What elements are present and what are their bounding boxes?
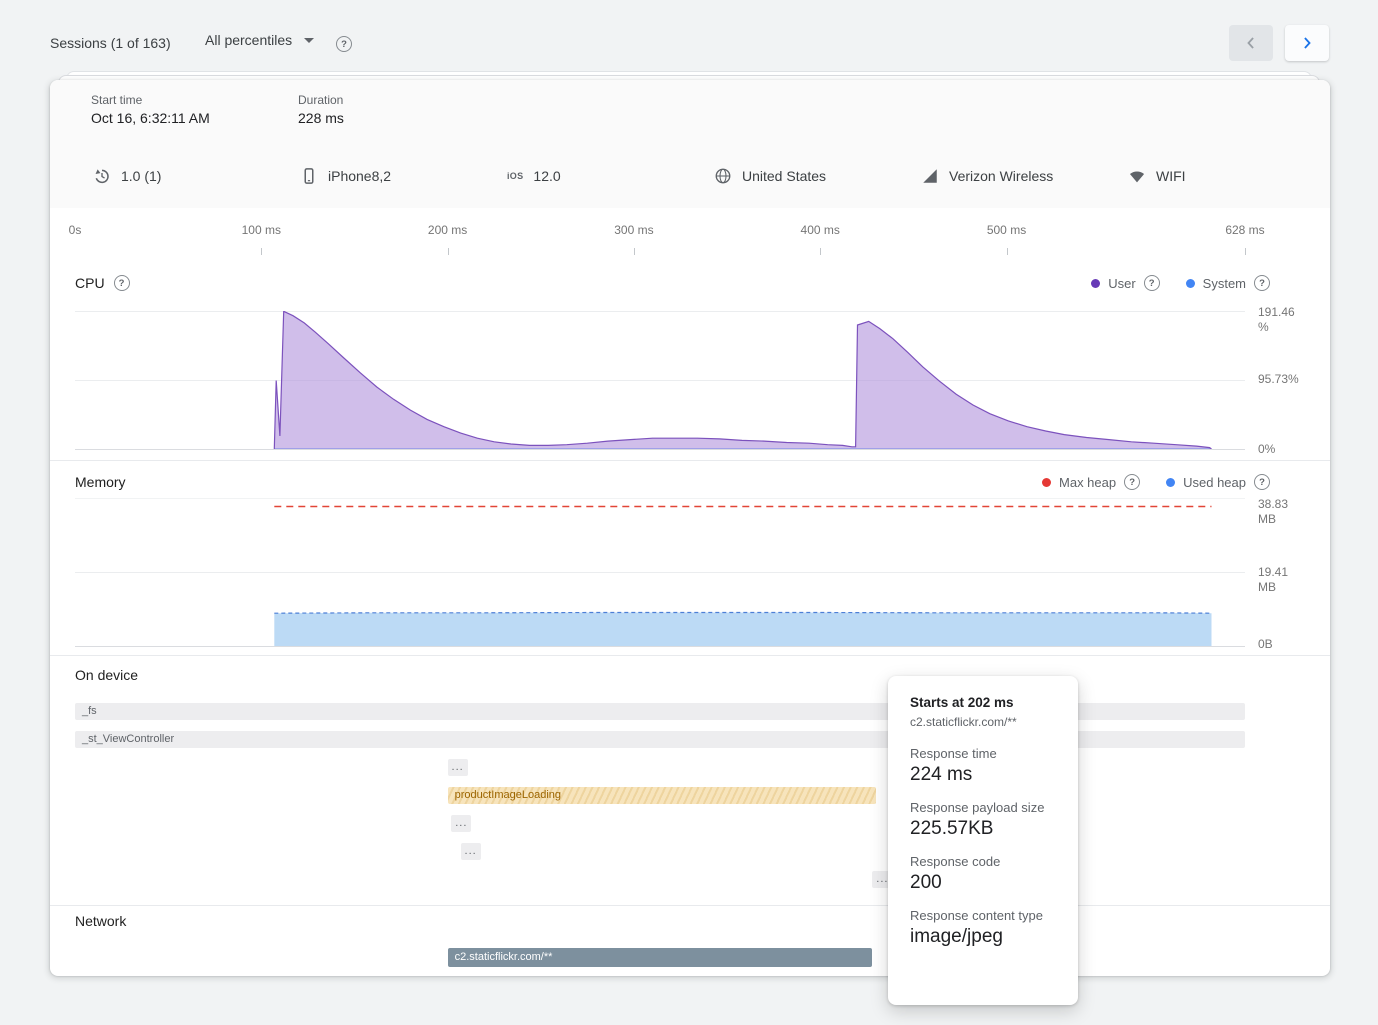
on-device-section: On device _fs_st_ViewController...produc… [50, 655, 1330, 906]
country-label: United States [742, 168, 826, 184]
app-version-item: 1.0 (1) [93, 143, 161, 208]
network-section-title: Network [75, 913, 126, 929]
memory-axis-max-label: 38.83MB [1258, 497, 1288, 527]
network-request-tooltip: Starts at 202 ms c2.staticflickr.com/** … [888, 676, 1078, 1005]
user-series-dot [1091, 279, 1100, 288]
used-heap-series-label: Used heap [1183, 475, 1246, 490]
device-info-row: 1.0 (1) iPhone8,2 iOS 12.0 United S [50, 143, 1330, 209]
timeline-tick-label: 500 ms [987, 223, 1026, 237]
tooltip-field-label: Response content type [910, 908, 1056, 923]
user-series-label: User [1108, 276, 1135, 291]
help-icon[interactable]: ? [1144, 275, 1160, 291]
duration-value: 228 ms [298, 110, 344, 126]
tooltip-field-value: 200 [910, 872, 1056, 894]
collapsed-trace-chip[interactable]: ... [448, 759, 468, 776]
memory-axis-mid-label: 19.41MB [1258, 565, 1288, 595]
tooltip-field-value: 225.57KB [910, 818, 1056, 840]
cpu-axis-mid-label: 95.73% [1258, 372, 1299, 387]
tooltip-field-label: Response code [910, 854, 1056, 869]
max-heap-series-label: Max heap [1059, 475, 1116, 490]
memory-title-text: Memory [75, 474, 126, 490]
trace-bar[interactable]: productImageLoading [448, 787, 877, 804]
cpu-legend: User ? System ? [1091, 275, 1270, 291]
memory-heap-chart[interactable] [75, 498, 1245, 646]
chevron-left-icon [1241, 33, 1261, 53]
collapsed-trace-chip[interactable]: ... [451, 815, 471, 832]
help-icon[interactable]: ? [114, 275, 130, 291]
app-version-history-icon [93, 167, 111, 185]
carrier-label: Verizon Wireless [949, 168, 1053, 184]
device-model-item: iPhone8,2 [300, 143, 391, 208]
network-request-bar[interactable]: c2.staticflickr.com/** [448, 948, 873, 967]
memory-section: Memory Max heap ? Used heap ? 38.83MB 19… [50, 460, 1330, 656]
timeline-tick-label: 100 ms [242, 223, 281, 237]
globe-icon [714, 167, 732, 185]
percentiles-dropdown-value: All percentiles [205, 32, 292, 48]
timeline-tick-label: 200 ms [428, 223, 467, 237]
cpu-axis-max-label: 191.46% [1258, 305, 1295, 335]
chevron-right-icon [1297, 33, 1317, 53]
signal-icon [921, 167, 939, 185]
duration-label: Duration [298, 93, 343, 107]
os-version-label: 12.0 [533, 168, 560, 184]
help-icon[interactable]: ? [336, 36, 352, 52]
cpu-title-text: CPU [75, 275, 105, 291]
session-summary-row: Start time Oct 16, 6:32:11 AM Duration 2… [50, 80, 1330, 144]
timeline-tick-label: 0s [69, 223, 82, 237]
system-series-label: System [1203, 276, 1246, 291]
start-time-value: Oct 16, 6:32:11 AM [91, 110, 210, 126]
percentiles-dropdown[interactable]: All percentiles [205, 32, 314, 48]
tooltip-field-value: image/jpeg [910, 926, 1056, 948]
ios-icon: iOS [507, 171, 523, 181]
tooltip-field-label: Response time [910, 746, 1056, 761]
collapsed-trace-chip[interactable]: ... [461, 843, 481, 860]
memory-axis-baseline [75, 646, 1245, 647]
sessions-count-label: Sessions (1 of 163) [50, 35, 171, 51]
cpu-axis-baseline [75, 449, 1245, 450]
next-session-button[interactable] [1285, 25, 1329, 61]
on-device-title-text: On device [75, 667, 138, 683]
radio-item: WIFI [1128, 143, 1186, 208]
network-title-text: Network [75, 913, 126, 929]
network-section: Network c2.staticflickr.com/** [50, 905, 1330, 976]
timeline-tick-label: 628 ms [1225, 223, 1264, 237]
on-device-section-title: On device [75, 667, 138, 683]
cpu-section-title: CPU ? [75, 275, 130, 291]
carrier-item: Verizon Wireless [921, 143, 1053, 208]
phone-icon [300, 167, 318, 185]
cpu-section: CPU ? User ? System ? 191.46% 95.73% 0% [50, 255, 1330, 460]
country-item: United States [714, 143, 826, 208]
memory-axis-zero-label: 0B [1258, 637, 1273, 652]
radio-label: WIFI [1156, 168, 1186, 184]
help-icon[interactable]: ? [1254, 275, 1270, 291]
cpu-axis-zero-label: 0% [1258, 442, 1275, 457]
memory-section-title: Memory [75, 474, 126, 490]
tooltip-start-time: Starts at 202 ms [910, 695, 1056, 710]
toolbar: Sessions (1 of 163) All percentiles ? [0, 0, 1378, 72]
tooltip-request-url: c2.staticflickr.com/** [910, 715, 1056, 729]
session-card: Start time Oct 16, 6:32:11 AM Duration 2… [50, 80, 1330, 975]
used-heap-series-dot [1166, 478, 1175, 487]
timeline-tick-label: 400 ms [801, 223, 840, 237]
tooltip-field-label: Response payload size [910, 800, 1056, 815]
chevron-down-icon [304, 38, 314, 43]
start-time-label: Start time [91, 93, 142, 107]
performance-session-page: Sessions (1 of 163) All percentiles ? St… [0, 0, 1378, 1025]
cpu-usage-chart[interactable] [75, 311, 1245, 449]
os-version-item: iOS 12.0 [507, 143, 561, 208]
wifi-icon [1128, 167, 1146, 185]
memory-legend: Max heap ? Used heap ? [1042, 474, 1270, 490]
timeline-ruler: 0s 100 ms 200 ms 300 ms 400 ms 500 ms 628 ms [50, 208, 1330, 256]
timeline-tick-label: 300 ms [614, 223, 653, 237]
system-series-dot [1186, 279, 1195, 288]
max-heap-series-dot [1042, 478, 1051, 487]
tooltip-field-value: 224 ms [910, 764, 1056, 786]
device-model-label: iPhone8,2 [328, 168, 391, 184]
help-icon[interactable]: ? [1254, 474, 1270, 490]
app-version-label: 1.0 (1) [121, 168, 161, 184]
previous-session-button[interactable] [1229, 25, 1273, 61]
help-icon[interactable]: ? [1124, 474, 1140, 490]
